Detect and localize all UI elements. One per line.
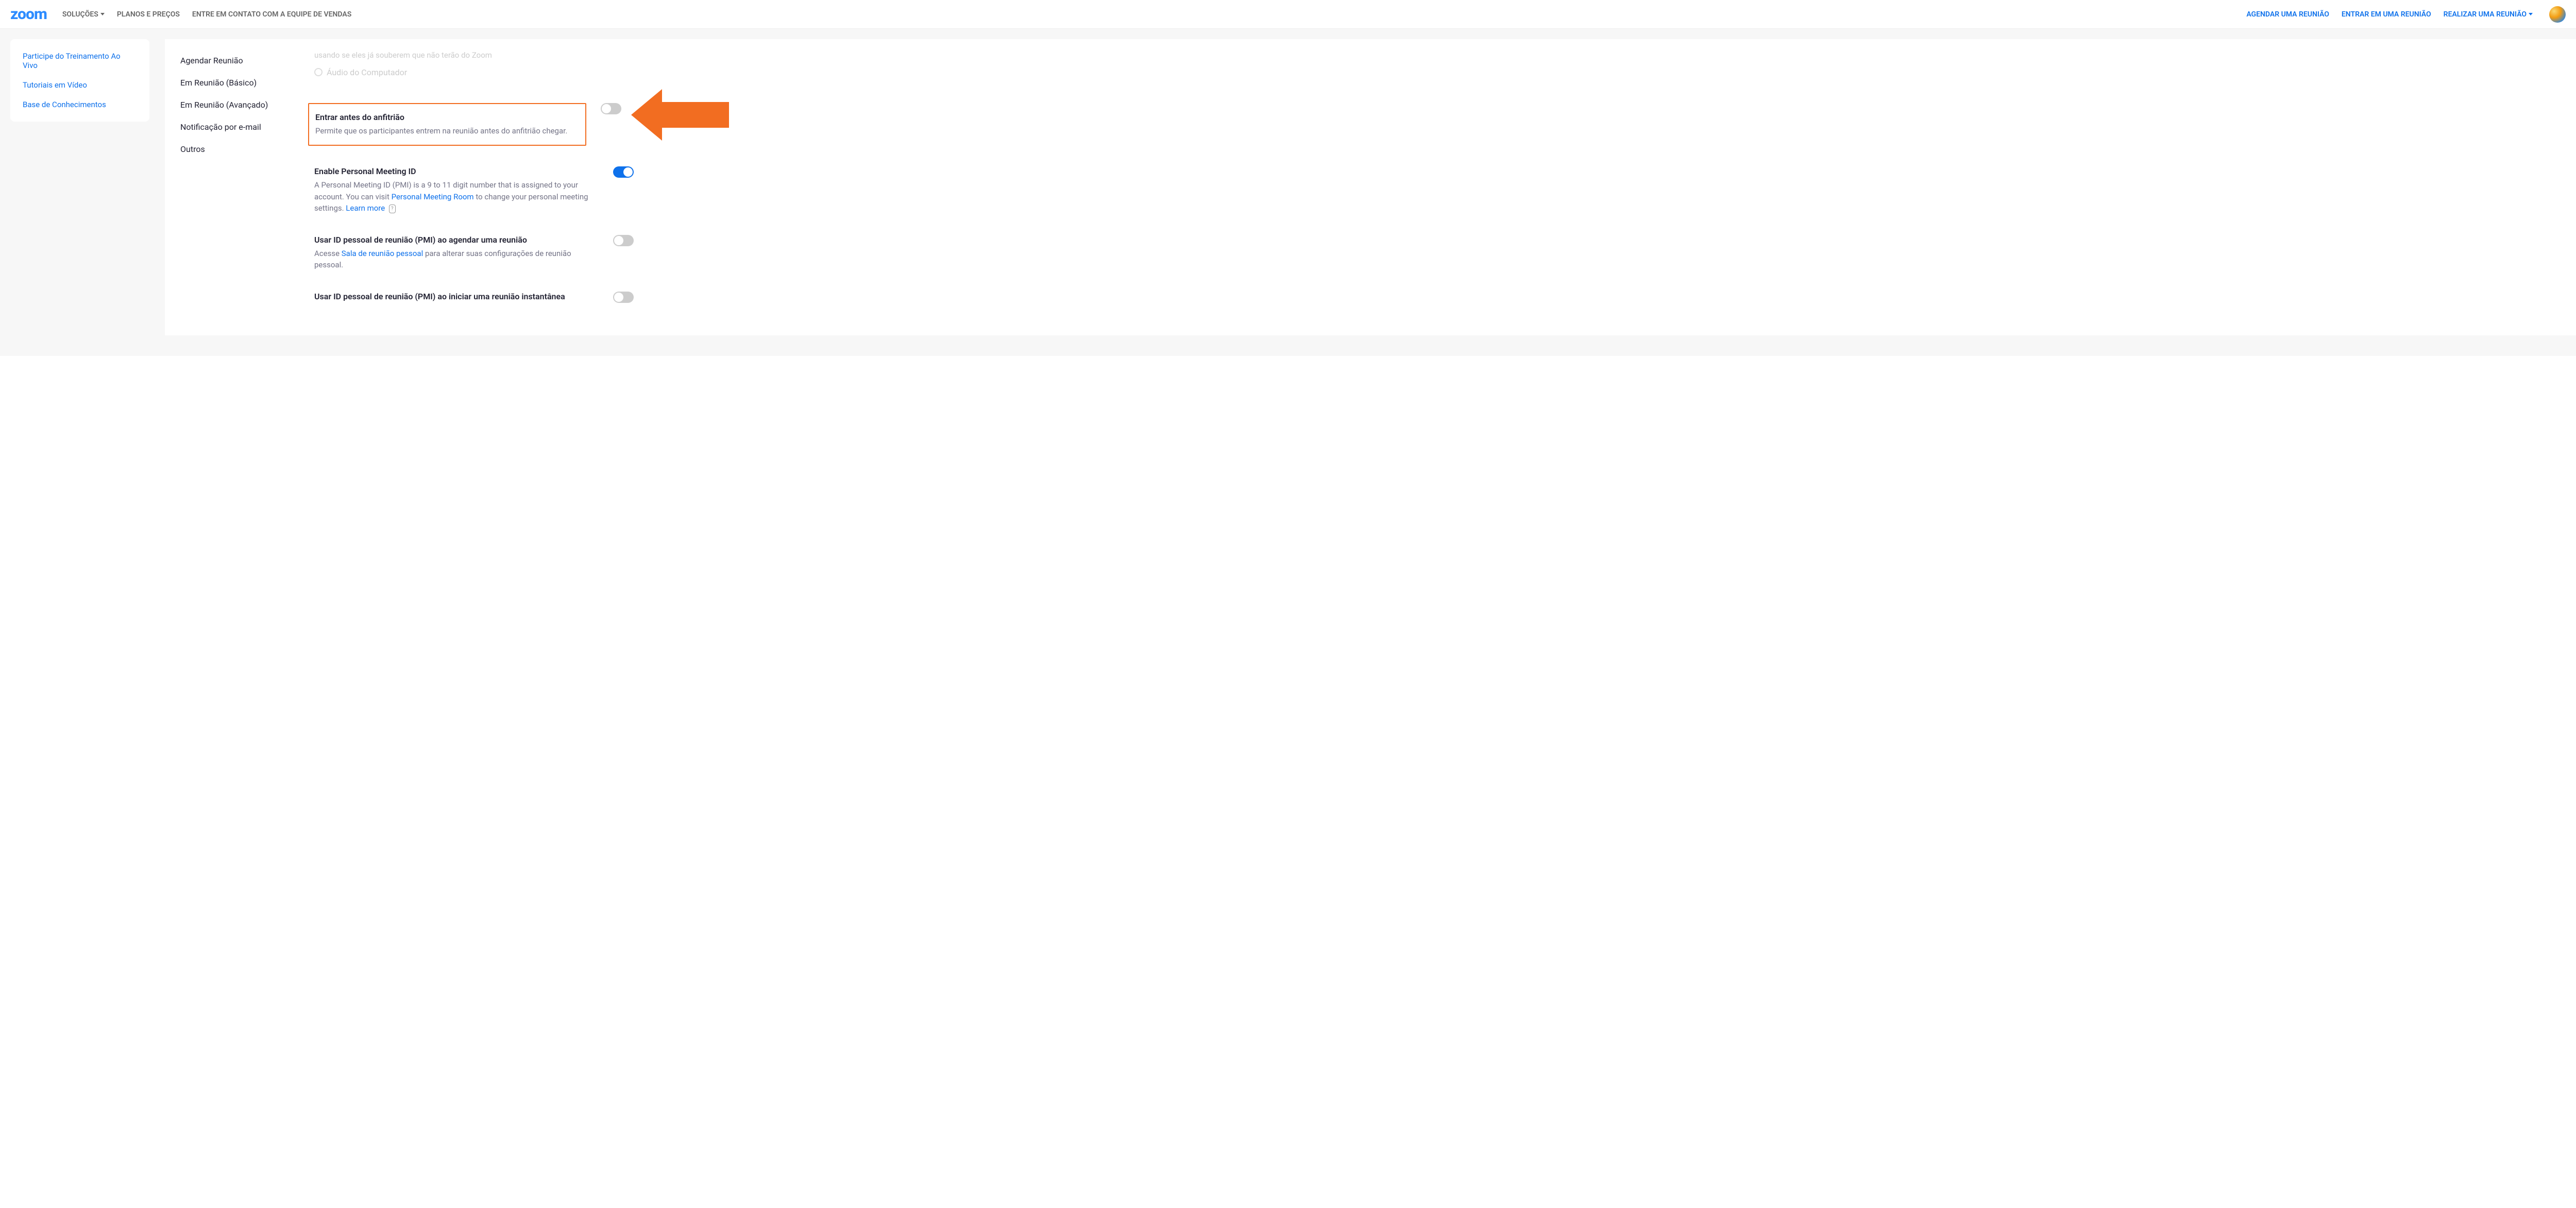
- subnav-email-notification[interactable]: Notificação por e-mail: [180, 116, 294, 138]
- nav-join-meeting[interactable]: ENTRAR EM UMA REUNIÃO: [2342, 10, 2431, 19]
- nav-contact-sales[interactable]: ENTRE EM CONTATO COM A EQUIPE DE VENDAS: [192, 10, 351, 19]
- subnav-schedule[interactable]: Agendar Reunião: [180, 49, 294, 72]
- subnav-in-meeting-basic[interactable]: Em Reunião (Básico): [180, 72, 294, 94]
- nav-right: AGENDAR UMA REUNIÃO ENTRAR EM UMA REUNIÃ…: [2246, 6, 2566, 23]
- toggle-use-pmi-schedule[interactable]: [613, 235, 634, 246]
- toggle-knob: [614, 293, 623, 302]
- nav-schedule-meeting[interactable]: AGENDAR UMA REUNIÃO: [2246, 10, 2329, 19]
- nav-pricing[interactable]: PLANOS E PREÇOS: [117, 10, 180, 19]
- setting-title: Entrar antes do anfitrião: [315, 112, 579, 122]
- subnav-in-meeting-advanced[interactable]: Em Reunião (Avançado): [180, 94, 294, 116]
- highlight-box: Entrar antes do anfitrião Permite que os…: [308, 103, 586, 146]
- toggle-knob: [623, 167, 633, 177]
- avatar[interactable]: [2549, 6, 2566, 23]
- nav-left: SOLUÇÕES PLANOS E PREÇOS ENTRE EM CONTAT…: [62, 10, 351, 19]
- setting-desc: Acesse Sala de reunião pessoal para alte…: [314, 248, 592, 271]
- learn-more-link[interactable]: Learn more: [346, 203, 385, 213]
- toggle-enable-pmi[interactable]: [613, 166, 634, 178]
- page-body: Participe do Treinamento Ao Vivo Tutoria…: [0, 29, 2576, 356]
- setting-desc: Permite que os participantes entrem na r…: [315, 125, 579, 137]
- toggle-join-before-host[interactable]: [601, 103, 621, 114]
- nav-host-meeting[interactable]: REALIZAR UMA REUNIÃO: [2444, 10, 2533, 19]
- sidebar-training-link[interactable]: Participe do Treinamento Ao Vivo: [23, 52, 137, 70]
- setting-title: Usar ID pessoal de reunião (PMI) ao agen…: [314, 235, 592, 245]
- setting-title: Usar ID pessoal de reunião (PMI) ao inic…: [314, 292, 592, 301]
- nav-solutions[interactable]: SOLUÇÕES: [62, 10, 105, 19]
- setting-desc: A Personal Meeting ID (PMI) is a 9 to 11…: [314, 179, 592, 214]
- personal-meeting-room-link[interactable]: Personal Meeting Room: [392, 192, 474, 201]
- top-header: zoom SOLUÇÕES PLANOS E PREÇOS ENTRE EM C…: [0, 0, 2576, 29]
- help-sidebar: Participe do Treinamento Ao Vivo Tutoria…: [10, 39, 149, 122]
- faded-prev-setting: usando se eles já souberem que não terão…: [314, 49, 2555, 61]
- desc-text: Acesse: [314, 249, 342, 258]
- radio-icon: [314, 68, 323, 76]
- setting-use-pmi-instant: Usar ID pessoal de reunião (PMI) ao inic…: [314, 281, 2555, 315]
- chevron-down-icon: [100, 13, 105, 15]
- sidebar-videos-link[interactable]: Tutoriais em Vídeo: [23, 80, 137, 90]
- info-icon: ?: [389, 205, 396, 213]
- sidebar-kb-link[interactable]: Base de Conhecimentos: [23, 100, 137, 109]
- nav-host-label: REALIZAR UMA REUNIÃO: [2444, 10, 2527, 19]
- personal-room-link[interactable]: Sala de reunião pessoal: [342, 249, 423, 258]
- toggle-knob: [614, 236, 623, 245]
- chevron-down-icon: [2529, 13, 2533, 15]
- subnav-others[interactable]: Outros: [180, 138, 294, 160]
- setting-title: Enable Personal Meeting ID: [314, 166, 592, 176]
- settings-subnav: Agendar Reunião Em Reunião (Básico) Em R…: [180, 49, 294, 315]
- faded-radio-row: Áudio do Computador: [314, 67, 2555, 77]
- setting-use-pmi-schedule: Usar ID pessoal de reunião (PMI) ao agen…: [314, 225, 2555, 281]
- toggle-knob: [602, 104, 611, 113]
- toggle-use-pmi-instant[interactable]: [613, 292, 634, 303]
- settings-list: usando se eles já souberem que não terão…: [314, 49, 2555, 315]
- faded-radio-label: Áudio do Computador: [327, 67, 407, 77]
- setting-enable-pmi: Enable Personal Meeting ID A Personal Me…: [314, 156, 2555, 225]
- nav-solutions-label: SOLUÇÕES: [62, 10, 98, 19]
- zoom-logo[interactable]: zoom: [10, 5, 47, 23]
- setting-join-before-host: Entrar antes do anfitrião Permite que os…: [314, 93, 2555, 157]
- settings-panel: Agendar Reunião Em Reunião (Básico) Em R…: [165, 39, 2576, 335]
